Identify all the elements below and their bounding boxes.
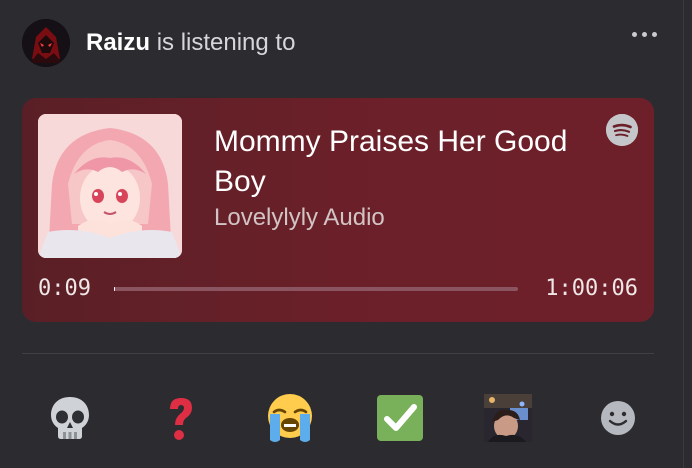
custom-photo-emoji[interactable] — [482, 392, 534, 444]
more-dot — [652, 32, 657, 37]
track-title[interactable]: Mommy Praises Her Good Boy — [214, 122, 594, 202]
skull-icon — [51, 397, 89, 439]
avatar-image — [22, 19, 70, 67]
more-options-button[interactable] — [632, 32, 657, 37]
more-dot — [632, 32, 637, 37]
status-text: is listening to — [156, 29, 296, 56]
album-art-image — [38, 114, 182, 258]
track-duration: 1:00:06 — [545, 276, 638, 301]
divider — [22, 353, 654, 354]
more-dot — [642, 32, 647, 37]
crying-face-icon — [268, 394, 312, 442]
elapsed-time: 0:09 — [38, 276, 91, 301]
smiley-icon — [601, 401, 635, 435]
spotify-icon[interactable] — [606, 114, 638, 146]
progress-bar — [114, 287, 518, 291]
username[interactable]: Raizu — [86, 29, 150, 56]
add-reaction-icon[interactable] — [592, 392, 644, 444]
photo-icon — [484, 394, 532, 442]
check-mark-icon — [377, 395, 423, 441]
activity-status: Raizu is listening to — [86, 29, 295, 57]
activity-panel: Raizu is listening to Mommy Praises Her … — [0, 0, 684, 468]
avatar[interactable] — [22, 19, 70, 67]
question-mark-icon — [170, 398, 192, 440]
track-artist[interactable]: Lovelylyly Audio — [214, 204, 385, 232]
spotify-logo — [606, 114, 638, 146]
skull-emoji[interactable] — [44, 392, 96, 444]
progress-bar-fill — [114, 287, 115, 291]
loudly-crying-face-emoji[interactable] — [264, 392, 316, 444]
album-cover[interactable] — [38, 114, 182, 258]
white-check-mark-emoji[interactable] — [374, 392, 426, 444]
activity-header: Raizu is listening to — [22, 18, 295, 68]
now-playing-card: Mommy Praises Her Good Boy Lovelylyly Au… — [22, 98, 654, 322]
question-mark-emoji[interactable] — [154, 392, 206, 444]
reaction-bar — [22, 388, 654, 448]
